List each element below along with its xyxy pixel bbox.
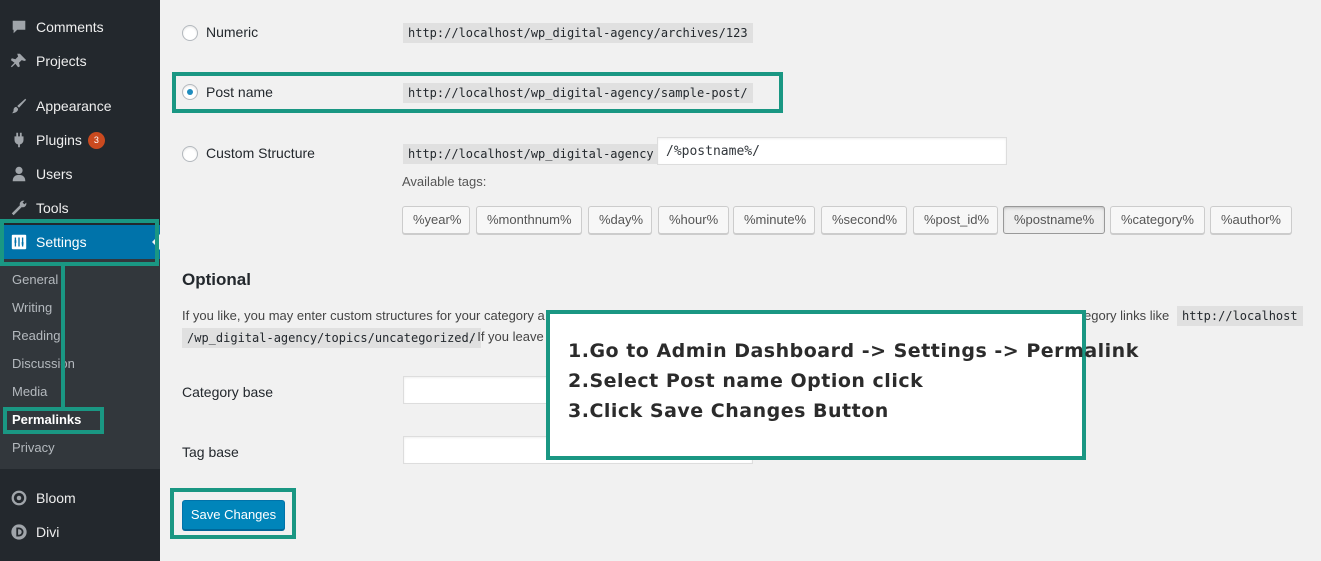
instruction-callout: 1.Go to Admin Dashboard -> Settings -> P… xyxy=(546,310,1139,460)
instruction-step-3: 3.Click Save Changes Button xyxy=(568,400,889,422)
menu-item-label: Tools xyxy=(36,200,69,216)
submenu-general[interactable]: General xyxy=(12,268,58,292)
menu-item-settings[interactable]: Settings xyxy=(0,225,160,259)
optional-description-line2-end: . If you leave t xyxy=(470,329,551,344)
comment-icon xyxy=(10,18,28,36)
optional-description-line1-start: If you like, you may enter custom struct… xyxy=(182,308,545,323)
menu-item-label: Projects xyxy=(36,53,87,69)
submenu-privacy[interactable]: Privacy xyxy=(12,436,55,460)
submenu-media[interactable]: Media xyxy=(12,380,47,404)
brush-icon xyxy=(10,97,28,115)
bloom-icon xyxy=(10,489,28,507)
menu-item-plugins[interactable]: Plugins 3 xyxy=(0,123,160,157)
tag-second-button[interactable]: %second% xyxy=(821,206,907,234)
tag-postname-button[interactable]: %postname% xyxy=(1003,206,1105,234)
menu-item-comments[interactable]: Comments xyxy=(0,10,160,44)
option-label-post-name: Post name xyxy=(206,84,273,100)
plugin-icon xyxy=(10,131,28,149)
submenu-writing[interactable]: Writing xyxy=(12,296,52,320)
tag-post-id-button[interactable]: %post_id% xyxy=(913,206,998,234)
tag-minute-button[interactable]: %minute% xyxy=(733,206,815,234)
menu-item-divi[interactable]: Divi xyxy=(0,515,160,549)
tag-year-button[interactable]: %year% xyxy=(402,206,470,234)
custom-structure-base-url: http://localhost/wp_digital-agency xyxy=(403,144,659,164)
user-icon xyxy=(10,165,28,183)
submenu-permalinks[interactable]: Permalinks xyxy=(12,408,81,432)
tag-day-button[interactable]: %day% xyxy=(588,206,652,234)
optional-heading: Optional xyxy=(182,270,251,289)
wrench-icon xyxy=(10,199,28,217)
option-label-numeric: Numeric xyxy=(206,24,259,40)
admin-sidebar: Comments Projects Appearance Plugins 3 U… xyxy=(0,0,160,561)
radio-numeric[interactable] xyxy=(182,25,198,41)
divi-icon xyxy=(10,523,28,541)
menu-item-appearance[interactable]: Appearance xyxy=(0,89,160,123)
menu-item-users[interactable]: Users xyxy=(0,157,160,191)
numeric-example-url: http://localhost/wp_digital-agency/archi… xyxy=(403,23,753,43)
tag-author-button[interactable]: %author% xyxy=(1210,206,1292,234)
pin-icon xyxy=(10,52,28,70)
radio-custom-structure[interactable] xyxy=(182,146,198,162)
optional-description-code2: /wp_digital-agency/topics/uncategorized/ xyxy=(182,328,481,348)
menu-item-label: Divi xyxy=(36,524,60,540)
menu-item-projects[interactable]: Projects xyxy=(0,44,160,78)
menu-item-label: Appearance xyxy=(36,98,112,114)
menu-item-label: Settings xyxy=(36,234,87,250)
menu-item-tools[interactable]: Tools xyxy=(0,191,160,225)
tag-category-button[interactable]: %category% xyxy=(1110,206,1205,234)
settings-icon xyxy=(10,233,28,251)
instruction-step-1: 1.Go to Admin Dashboard -> Settings -> P… xyxy=(568,340,1139,362)
category-base-label: Category base xyxy=(182,384,274,400)
menu-item-label: Comments xyxy=(36,19,104,35)
save-changes-button[interactable]: Save Changes xyxy=(182,500,285,530)
menu-item-label: Bloom xyxy=(36,490,76,506)
instruction-step-2: 2.Select Post name Option click xyxy=(568,370,924,392)
custom-structure-input[interactable] xyxy=(657,137,1007,165)
active-menu-arrow xyxy=(152,234,160,250)
submenu-reading[interactable]: Reading xyxy=(12,324,60,348)
tag-monthnum-button[interactable]: %monthnum% xyxy=(476,206,582,234)
optional-description-code1: http://localhost xyxy=(1177,306,1303,326)
menu-item-label: Users xyxy=(36,166,73,182)
tag-base-label: Tag base xyxy=(182,444,239,460)
update-count-badge: 3 xyxy=(87,131,105,149)
tag-hour-button[interactable]: %hour% xyxy=(658,206,729,234)
available-tags-label: Available tags: xyxy=(402,174,487,189)
menu-item-bloom[interactable]: Bloom xyxy=(0,481,160,515)
option-label-custom-structure: Custom Structure xyxy=(206,145,315,161)
menu-item-label: Plugins xyxy=(36,132,82,148)
optional-description-line1-end: egory links like xyxy=(1084,308,1170,323)
submenu-discussion[interactable]: Discussion xyxy=(12,352,75,376)
radio-post-name[interactable] xyxy=(182,84,198,100)
settings-submenu: General Writing Reading Discussion Media… xyxy=(0,259,160,469)
post-name-example-url: http://localhost/wp_digital-agency/sampl… xyxy=(403,83,753,103)
